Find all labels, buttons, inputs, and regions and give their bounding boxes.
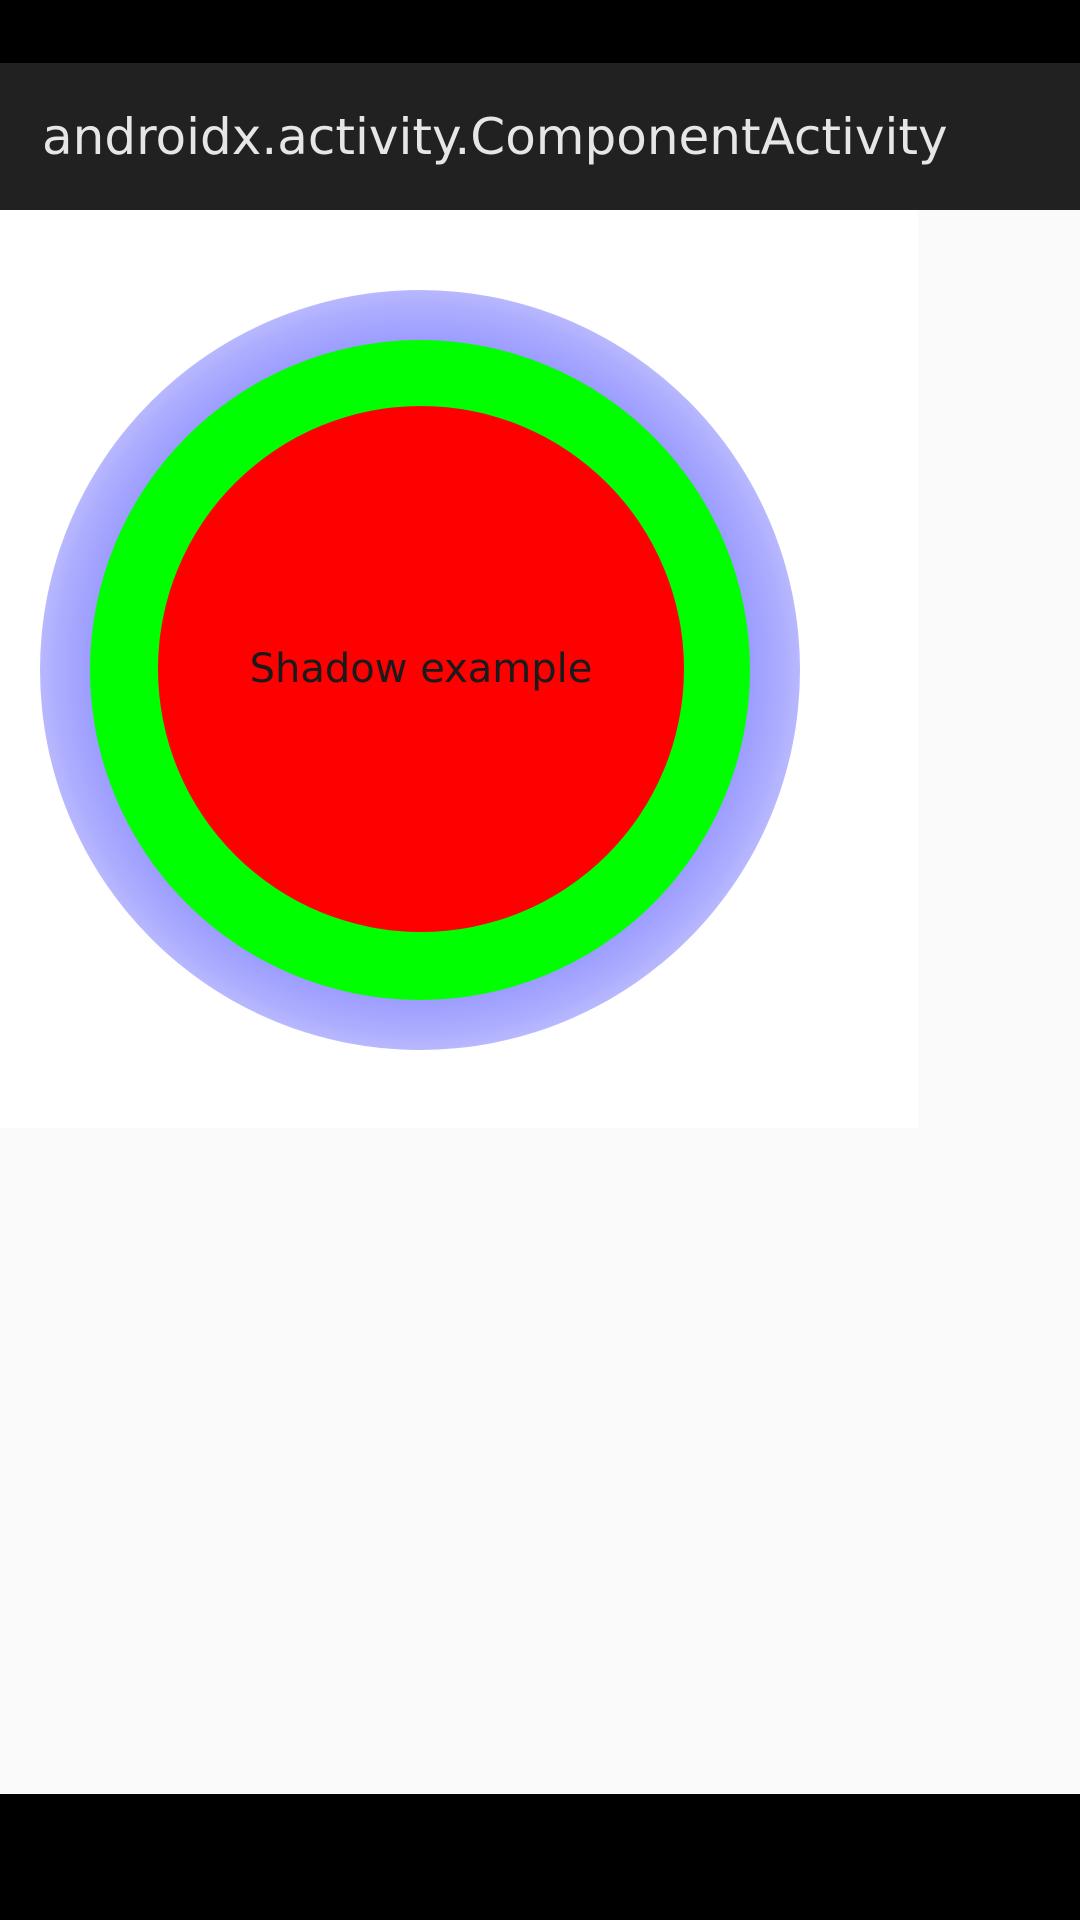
shadow-circle: Shadow example: [158, 406, 684, 932]
status-bar: [0, 0, 1080, 63]
app-bar: androidx.activity.ComponentActivity: [0, 63, 1080, 210]
app-title: androidx.activity.ComponentActivity: [42, 107, 948, 166]
screen: androidx.activity.ComponentActivity Shad…: [0, 0, 1080, 1920]
content-panel: Shadow example: [0, 210, 918, 1128]
navigation-bar: [0, 1794, 1080, 1920]
shadow-circle-label: Shadow example: [249, 646, 593, 692]
